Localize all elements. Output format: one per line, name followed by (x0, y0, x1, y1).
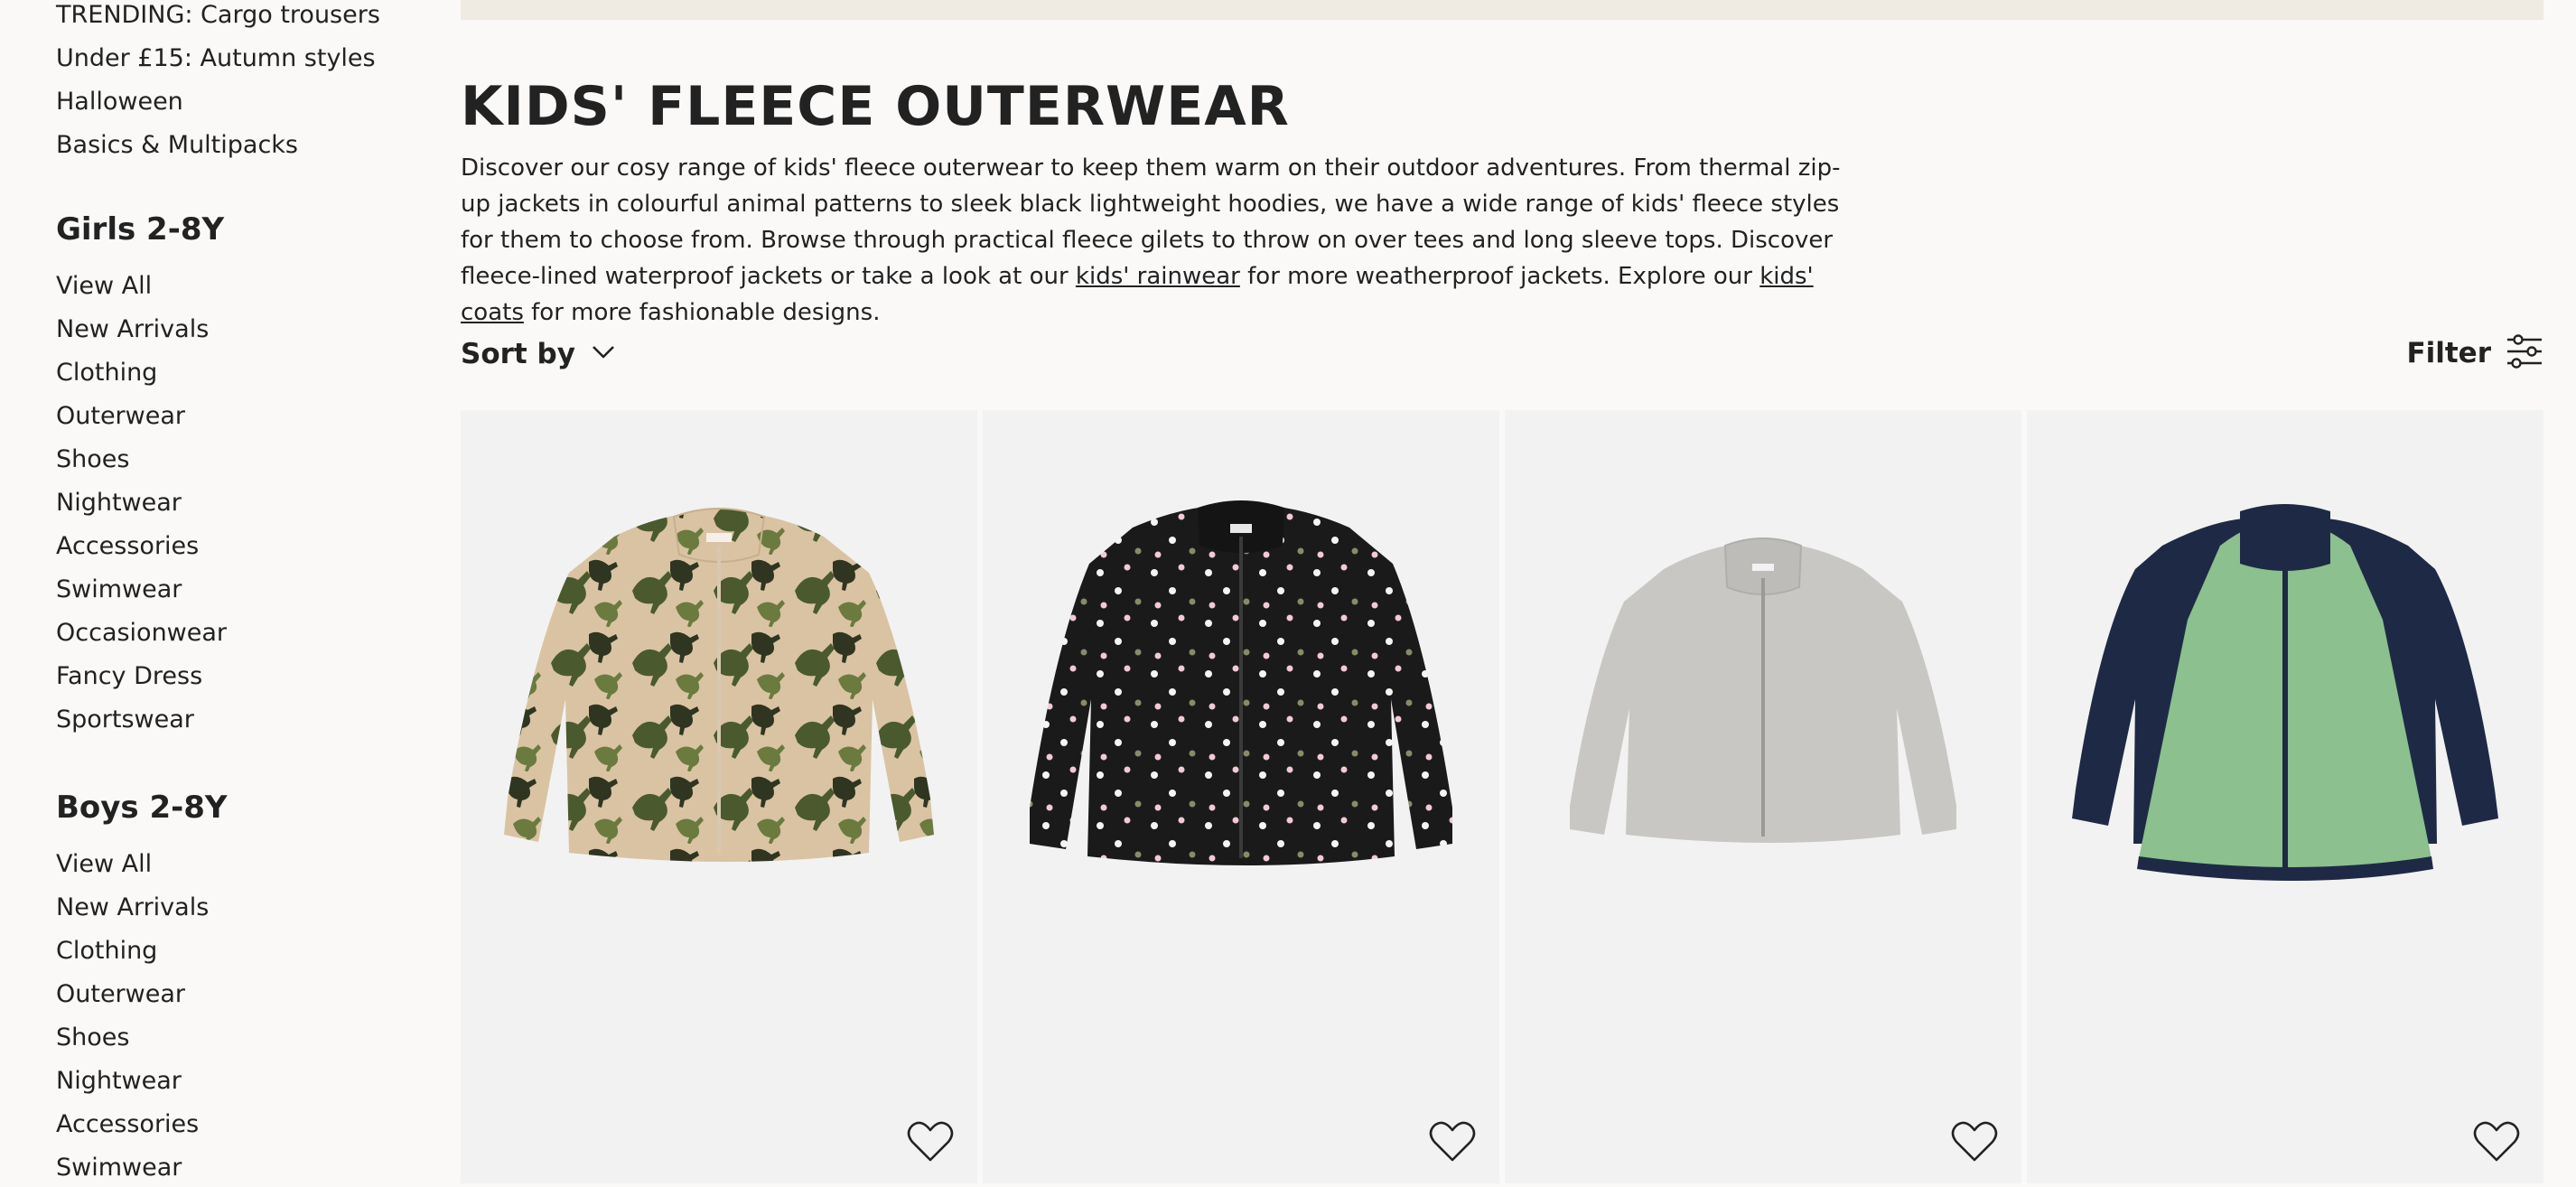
sidebar-item-girls-shoes[interactable]: Shoes (56, 443, 435, 486)
favourite-heart-icon[interactable] (1427, 1117, 1478, 1167)
sidebar-heading-girls: Girls 2-8Y (56, 211, 225, 248)
category-sidebar: TRENDING: Cargo trousers Under £15: Autu… (56, 0, 435, 1187)
sidebar-item-girls-outerwear[interactable]: Outerwear (56, 399, 435, 443)
sidebar-item-boys-accessories[interactable]: Accessories (56, 1108, 435, 1151)
sidebar-item-girls-nightwear[interactable]: Nightwear (56, 486, 435, 529)
product-card[interactable] (1505, 410, 2021, 1183)
sidebar-link-basics[interactable]: Basics & Multipacks (56, 128, 435, 172)
product-grid (461, 410, 2543, 1187)
product-card[interactable] (983, 410, 1499, 1183)
sidebar-item-girls-sportswear[interactable]: Sportswear (56, 703, 435, 746)
description-text-3: for more fashionable designs. (523, 299, 881, 326)
filter-button[interactable]: Filter (2406, 331, 2543, 376)
sort-by-button[interactable]: Sort by (461, 334, 615, 374)
description-text-2: for more weatherproof jackets. Explore o… (1239, 263, 1760, 290)
sidebar-item-boys-swimwear[interactable]: Swimwear (56, 1151, 435, 1187)
sidebar-item-girls-clothing[interactable]: Clothing (56, 356, 435, 399)
main-content: KIDS' FLEECE OUTERWEAR Discover our cosy… (461, 0, 2543, 1187)
filter-sliders-icon (2506, 332, 2543, 374)
sidebar-item-girls-swimwear[interactable]: Swimwear (56, 573, 435, 616)
sidebar-item-girls-new-arrivals[interactable]: New Arrivals (56, 313, 435, 356)
sidebar-item-boys-nightwear[interactable]: Nightwear (56, 1064, 435, 1108)
chevron-down-icon (592, 345, 615, 363)
filter-label: Filter (2406, 337, 2491, 369)
sidebar-item-boys-clothing[interactable]: Clothing (56, 934, 435, 977)
sidebar-top-links: TRENDING: Cargo trousers Under £15: Autu… (56, 0, 435, 172)
page: TRENDING: Cargo trousers Under £15: Autu… (0, 0, 2576, 1187)
sidebar-item-girls-occasionwear[interactable]: Occasionwear (56, 616, 435, 659)
navy-green-colourblock-fleece-jacket-image (2072, 504, 2498, 881)
grey-fleece-jacket-image (1570, 537, 1956, 843)
promo-banner (461, 0, 2543, 20)
favourite-heart-icon[interactable] (2471, 1117, 2522, 1167)
page-title: KIDS' FLEECE OUTERWEAR (461, 75, 1290, 138)
sidebar-item-girls-fancy-dress[interactable]: Fancy Dress (56, 659, 435, 703)
favourite-heart-icon[interactable] (1949, 1117, 2000, 1167)
sidebar-item-boys-outerwear[interactable]: Outerwear (56, 977, 435, 1021)
sidebar-item-girls-view-all[interactable]: View All (56, 269, 435, 313)
sidebar-group-girls: View All New Arrivals Clothing Outerwear… (56, 269, 435, 746)
sidebar-heading-boys: Boys 2-8Y (56, 790, 228, 826)
favourite-heart-icon[interactable] (905, 1117, 956, 1167)
kids-rainwear-link[interactable]: kids' rainwear (1076, 263, 1240, 290)
sidebar-item-boys-shoes[interactable]: Shoes (56, 1021, 435, 1064)
category-description: Discover our cosy range of kids' fleece … (461, 150, 1870, 331)
sort-by-label: Sort by (461, 338, 575, 370)
product-card[interactable] (461, 410, 977, 1183)
polka-dot-black-fleece-jacket-image (1030, 500, 1452, 865)
product-card[interactable] (2027, 410, 2543, 1183)
dinosaur-print-fleece-jacket-image (504, 508, 934, 862)
sidebar-item-girls-accessories[interactable]: Accessories (56, 529, 435, 573)
sidebar-link-trending[interactable]: TRENDING: Cargo trousers (56, 0, 435, 42)
sidebar-item-boys-new-arrivals[interactable]: New Arrivals (56, 891, 435, 934)
sidebar-item-boys-view-all[interactable]: View All (56, 847, 435, 891)
sidebar-link-halloween[interactable]: Halloween (56, 85, 435, 128)
sidebar-link-under-15[interactable]: Under £15: Autumn styles (56, 42, 435, 85)
sidebar-group-boys: View All New Arrivals Clothing Outerwear… (56, 847, 435, 1187)
